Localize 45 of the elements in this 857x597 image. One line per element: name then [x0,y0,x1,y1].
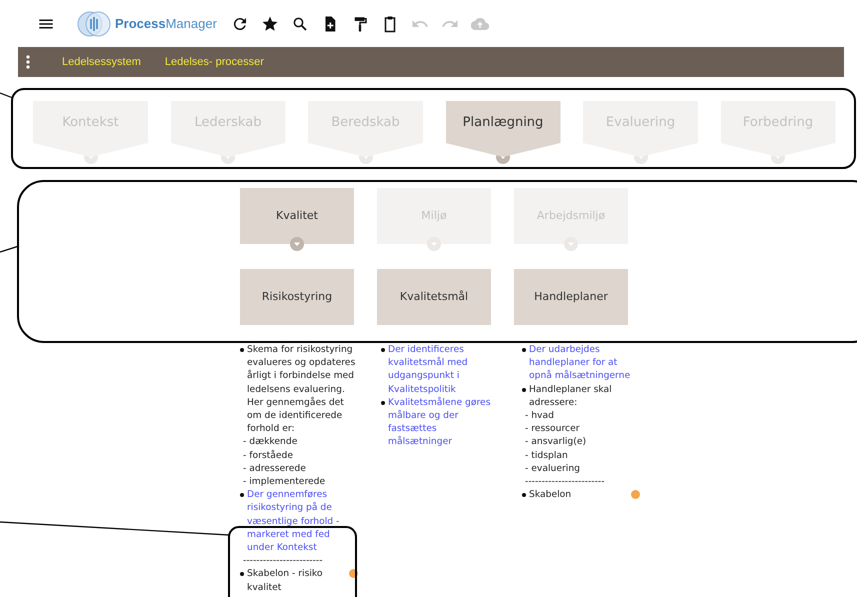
list-text: Skema for risikostyring evalueres og opdateres årligt i forbindelse med ledelsens evaluering. Her gennemgåes det om de identificerede forhold er: [247,343,356,436]
search-icon [290,14,309,32]
bullet-icon [240,348,244,352]
bullet-icon [381,400,385,405]
divider-text: ------------------------ [243,554,323,568]
brand-name: ProcessManager [115,14,217,33]
list-link[interactable]: Der identificeres kvalitetsmål med udgangspunkt i Kvalitetspolitik [388,343,499,396]
list-text: - dækkende [243,435,298,449]
list-text: - implementerede [243,475,326,488]
list-text: - forståede [243,448,294,462]
category-tile[interactable]: Kvalitet [240,188,354,244]
process-tile[interactable]: Risikostyring [240,269,354,325]
kebab-icon [25,55,31,69]
process-tile[interactable]: Kvalitetsmål [377,269,491,325]
breadcrumb-link[interactable]: Ledelsessystem [62,54,141,70]
expand-icon[interactable] [564,237,578,251]
status-dot [631,490,640,500]
divider-text: ------------------------ [525,475,605,488]
logo-icon [77,10,111,36]
list-text: - evaluering [525,462,580,476]
list-text: - hvad [525,409,554,422]
bullet-icon [522,493,526,498]
leader-line [0,92,14,99]
expand-icon[interactable] [290,237,304,251]
process-tile[interactable]: Handleplaner [514,269,628,325]
bullet-icon [522,348,526,352]
list-link[interactable]: Der udarbejdes handleplaner for at opnå målsætningerne [529,343,640,383]
expand-icon[interactable] [427,237,441,251]
list-text: - ressourcer [525,422,580,436]
leader-line [0,245,20,253]
list-text: Handleplaner skal adressere: [529,382,613,410]
list-link[interactable]: Der gennemføres risikostyring på de væsentlige forhold - markeret med fed under Kontekst [247,488,358,554]
breadcrumb-link[interactable]: Ledelses- processer [164,54,264,70]
template-link[interactable]: Skabelon - risiko kvalitet [247,567,347,594]
bullet-icon [522,388,526,392]
list-link[interactable]: Kvalitetsmålene gøres målbare og der fastsættes målsætninger [388,396,499,449]
list-text: - tidsplan [525,448,568,462]
template-link[interactable]: Skabelon [529,488,629,502]
star-icon [260,14,279,32]
phase-tab[interactable]: Planlægning [446,101,560,157]
list-text: - adresserede [243,462,306,476]
bullet-icon [381,348,385,352]
list-text: - ansvarlig(e) [525,435,586,449]
bullet-icon [240,572,244,576]
bullet-icon [240,493,244,498]
